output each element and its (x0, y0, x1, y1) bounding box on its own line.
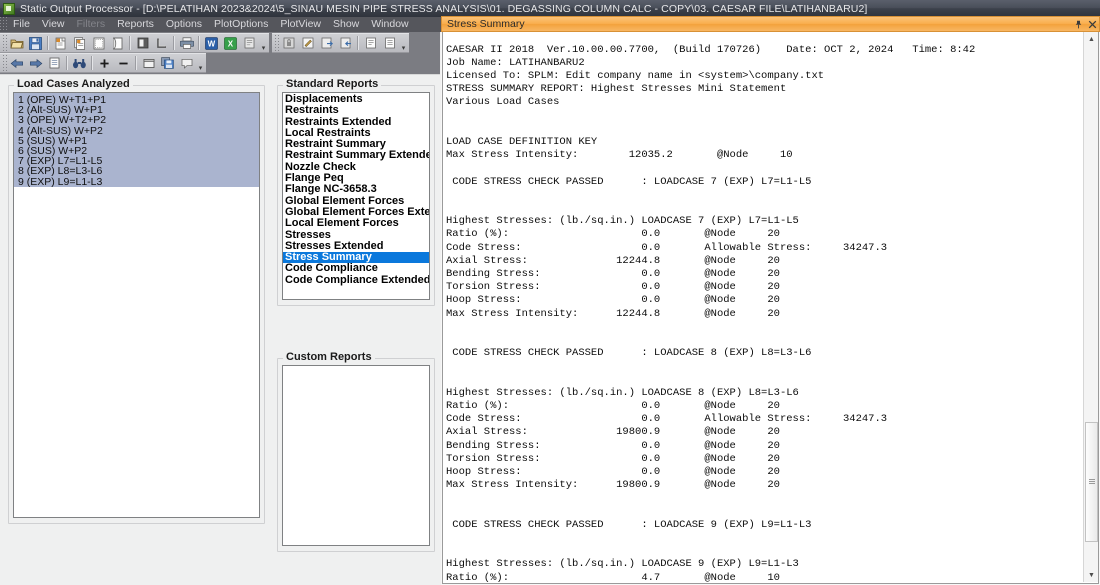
toolbar-separator (173, 36, 175, 50)
find-icon[interactable] (70, 54, 89, 72)
toolbar-separator (129, 36, 131, 50)
back-arrow-icon[interactable] (7, 54, 26, 72)
toolbar-separator (357, 36, 359, 50)
toolbar-separator (198, 36, 200, 50)
toolbar-file-group: W X ▾ (0, 33, 269, 53)
window-icon[interactable] (139, 54, 158, 72)
list-item-restraints[interactable]: Restraints (283, 104, 429, 116)
menu-bar: File View Filters Reports Options PlotOp… (0, 17, 440, 32)
export-other-icon[interactable] (240, 34, 259, 52)
save-icon[interactable] (26, 34, 45, 52)
menu-item-reports[interactable]: Reports (111, 17, 160, 32)
toolbar-separator (47, 36, 49, 50)
copy-pages-icon[interactable] (70, 34, 89, 52)
print-preview-icon[interactable] (133, 34, 152, 52)
scroll-down-icon[interactable]: ▼ (1084, 568, 1098, 582)
load-cases-title: Load Cases Analyzed (14, 78, 133, 90)
document-icon[interactable] (45, 54, 64, 72)
load-cases-groupbox: Load Cases Analyzed 1 (OPE) W+T1+P1 2 (A… (8, 78, 265, 524)
stress-summary-report-text: CAESAR II 2018 Ver.10.00.00.7700, (Build… (446, 43, 976, 584)
list-item-code-compliance-extended[interactable]: Code Compliance Extended (283, 274, 429, 286)
view-report-icon[interactable] (361, 34, 380, 52)
standard-reports-title: Standard Reports (283, 78, 382, 90)
menu-drag-grip[interactable] (0, 17, 7, 32)
pin-icon[interactable] (1071, 17, 1085, 31)
toolbar-overflow-icon[interactable]: ▾ (196, 54, 205, 72)
corner-icon[interactable] (152, 34, 171, 52)
load-cases-list[interactable]: 1 (OPE) W+T1+P1 2 (Alt-SUS) W+P1 3 (OPE)… (14, 93, 259, 517)
report-text-area[interactable]: CAESAR II 2018 Ver.10.00.00.7700, (Build… (442, 32, 1099, 584)
add-report-icon[interactable] (317, 34, 336, 52)
standard-reports-list[interactable]: Displacements Restraints Restraints Exte… (283, 93, 429, 299)
zoom-in-icon[interactable] (95, 54, 114, 72)
edit-report-icon[interactable] (298, 34, 317, 52)
print-icon[interactable] (177, 34, 196, 52)
remove-report-icon[interactable] (336, 34, 355, 52)
dock-title: Stress Summary (447, 18, 525, 30)
page-setup-icon[interactable] (89, 34, 108, 52)
dock-caption-bar: Stress Summary (441, 16, 1100, 32)
standard-reports-groupbox: Standard Reports Displacements Restraint… (277, 78, 435, 306)
custom-reports-listbox[interactable] (282, 365, 430, 546)
menu-item-window[interactable]: Window (365, 17, 414, 32)
page-layout-icon[interactable] (108, 34, 127, 52)
load-cases-selected-group[interactable]: 1 (OPE) W+T1+P1 2 (Alt-SUS) W+P1 3 (OPE)… (14, 93, 259, 187)
toolbar-row-1: W X ▾ ▾ (0, 33, 409, 53)
app-icon (3, 2, 15, 15)
view-report-alt-icon[interactable] (380, 34, 399, 52)
forward-arrow-icon[interactable] (26, 54, 45, 72)
title-bar: Static Output Processor - [D:\PELATIHAN … (0, 0, 1100, 17)
scrollbar-thumb[interactable] (1085, 422, 1098, 542)
export-excel-icon[interactable]: X (221, 34, 240, 52)
menu-item-file[interactable]: File (7, 17, 36, 32)
stress-summary-dock-window: Stress Summary CAESAR II 2018 Ver.10.00.… (441, 16, 1100, 585)
export-word-icon[interactable]: W (202, 34, 221, 52)
toolbar-separator (66, 56, 68, 70)
toolbar-overflow-icon[interactable]: ▾ (399, 34, 408, 52)
menu-item-view[interactable]: View (36, 17, 71, 32)
list-item[interactable]: 8 (EXP) L8=L3-L6 (14, 166, 259, 177)
toolbar-separator (135, 56, 137, 70)
custom-reports-groupbox: Custom Reports (277, 351, 435, 552)
scroll-up-icon[interactable]: ▲ (1084, 32, 1098, 46)
toolbar-zone: W X ▾ ▾ ▾ (0, 32, 440, 74)
menu-item-show[interactable]: Show (327, 17, 365, 32)
standard-reports-listbox[interactable]: Displacements Restraints Restraints Exte… (282, 92, 430, 300)
custom-reports-title: Custom Reports (283, 351, 375, 363)
zoom-out-icon[interactable] (114, 54, 133, 72)
menu-item-filters: Filters (76, 18, 106, 30)
toolbar-report-group: ▾ (272, 33, 409, 53)
list-item-local-element-forces[interactable]: Local Element Forces (283, 217, 429, 229)
toolbar-navigation-group: ▾ (0, 53, 206, 73)
svg-text:X: X (228, 39, 234, 48)
load-cases-listbox[interactable]: 1 (OPE) W+T1+P1 2 (Alt-SUS) W+P1 3 (OPE)… (13, 92, 260, 518)
lock-report-icon[interactable] (279, 34, 298, 52)
reports-selection-panel: Load Cases Analyzed 1 (OPE) W+T1+P1 2 (A… (0, 74, 440, 585)
toolbar-separator (91, 56, 93, 70)
report-vertical-scrollbar[interactable]: ▲ ▼ (1083, 32, 1098, 582)
close-icon[interactable] (1085, 17, 1099, 31)
list-item-flange-nc[interactable]: Flange NC-3658.3 (283, 184, 429, 196)
toolbar-row-2: ▾ (0, 53, 206, 73)
list-item[interactable]: 9 (EXP) L9=L1-L3 (14, 176, 259, 187)
toolbar-overflow-icon[interactable]: ▾ (259, 34, 268, 52)
menu-item-options[interactable]: Options (160, 17, 208, 32)
menu-item-plotview[interactable]: PlotView (274, 17, 327, 32)
svg-text:W: W (208, 39, 216, 48)
copy-page-icon[interactable] (51, 34, 70, 52)
application-window: Static Output Processor - [D:\PELATIHAN … (0, 0, 1100, 585)
menu-item-plotoptions[interactable]: PlotOptions (208, 17, 274, 32)
open-icon[interactable] (7, 34, 26, 52)
window-title: Static Output Processor - [D:\PELATIHAN … (20, 2, 868, 15)
save-all-icon[interactable] (158, 54, 177, 72)
note-icon[interactable] (177, 54, 196, 72)
